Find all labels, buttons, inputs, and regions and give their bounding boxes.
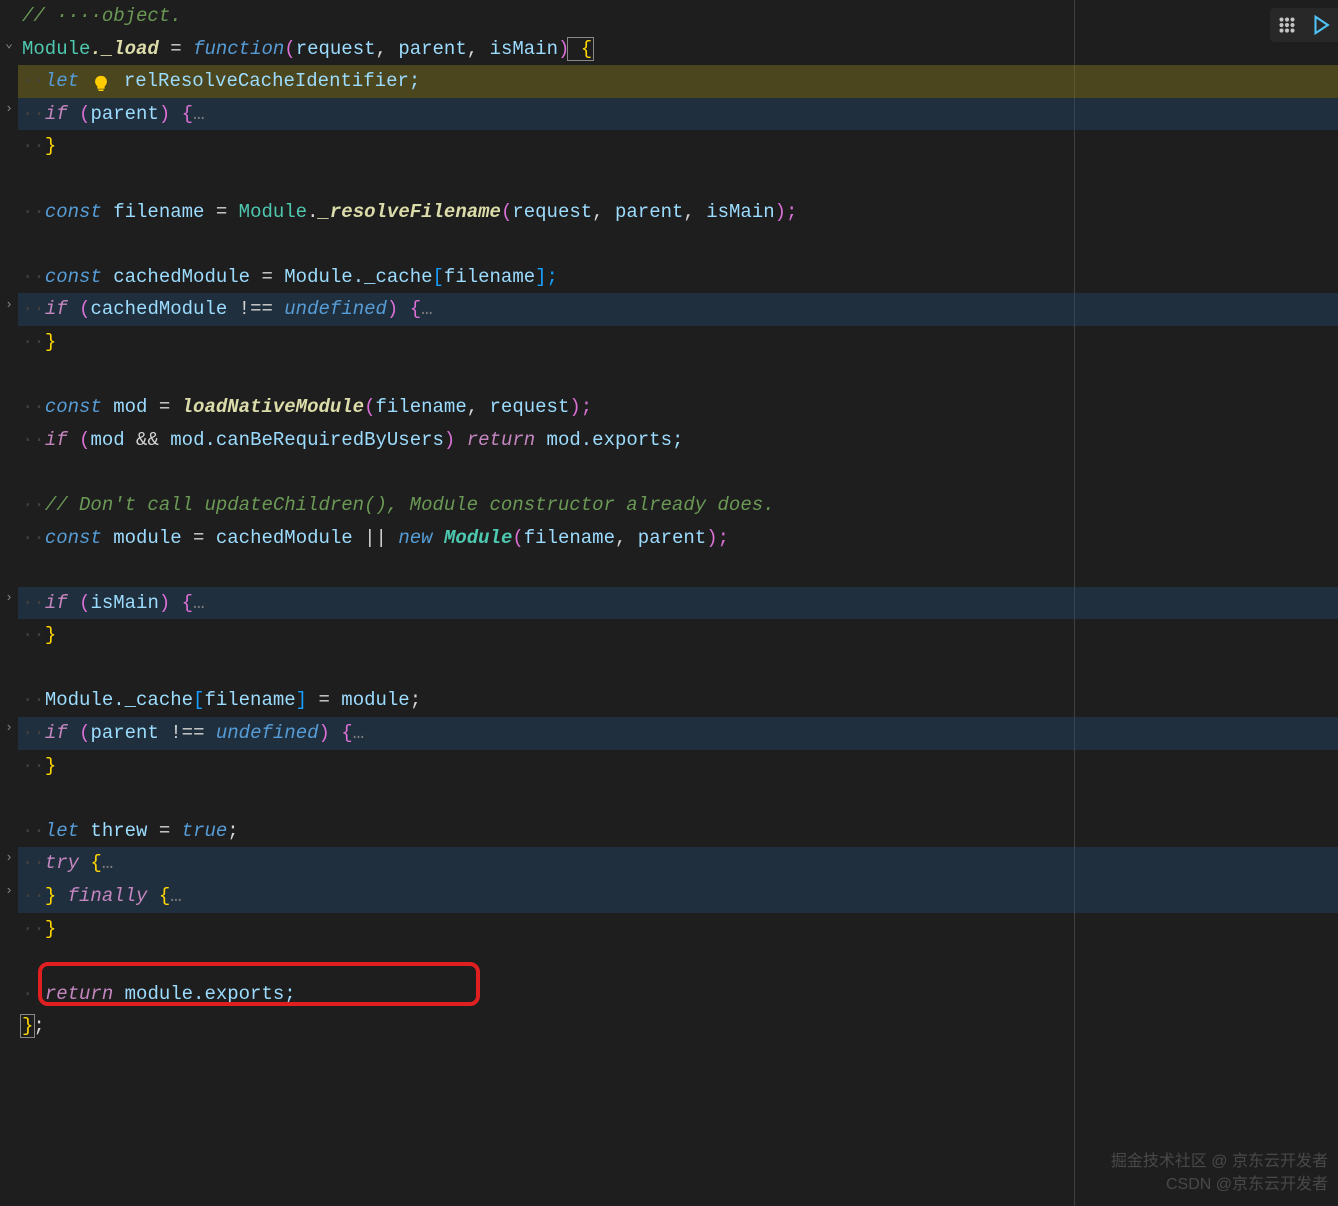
lightbulb-icon[interactable] xyxy=(92,72,110,90)
fold-chevron-right-icon[interactable]: › xyxy=(2,720,16,734)
code-line[interactable]: ··let threw = true; xyxy=(18,815,1338,848)
fold-chevron-right-icon[interactable]: › xyxy=(2,297,16,311)
fold-chevron-right-icon[interactable]: › xyxy=(2,590,16,604)
code-line-folded[interactable]: ··if (cachedModule !== undefined) {… xyxy=(18,293,1338,326)
code-line-folded[interactable]: ··try {… xyxy=(18,847,1338,880)
code-line[interactable]: ··Module._cache[filename] = module; xyxy=(18,684,1338,717)
fold-chevron-right-icon[interactable]: › xyxy=(2,101,16,115)
code-line[interactable]: // ····object. xyxy=(18,0,1338,33)
watermark-text: 掘金技术社区 @ 京东云开发者 CSDN @京东云开发者 xyxy=(1111,1151,1328,1196)
fold-gutter: ⌄ › › › › › › xyxy=(0,0,18,1206)
code-line[interactable]: }; xyxy=(18,1010,1338,1043)
fold-chevron-right-icon[interactable]: › xyxy=(2,883,16,897)
code-line-blank[interactable] xyxy=(18,554,1338,587)
code-line[interactable]: Module._load = function(request, parent,… xyxy=(18,33,1338,66)
code-line-folded[interactable]: ··if (parent !== undefined) {… xyxy=(18,717,1338,750)
code-line[interactable]: ··} xyxy=(18,130,1338,163)
code-line-folded[interactable]: ··} finally {… xyxy=(18,880,1338,913)
fold-chevron-down-icon[interactable]: ⌄ xyxy=(2,36,16,50)
code-line-blank[interactable] xyxy=(18,652,1338,685)
code-line-blank[interactable] xyxy=(18,456,1338,489)
comment-text: // ····object. xyxy=(22,5,182,27)
code-line-blank[interactable] xyxy=(18,782,1338,815)
code-line[interactable]: ··} xyxy=(18,913,1338,946)
code-line-folded[interactable]: ··if (isMain) {… xyxy=(18,587,1338,620)
code-line-return[interactable]: ··return module.exports; xyxy=(18,978,1338,1011)
code-line[interactable]: ··// Don't call updateChildren(), Module… xyxy=(18,489,1338,522)
code-line-blank[interactable] xyxy=(18,359,1338,392)
code-line[interactable]: ··} xyxy=(18,326,1338,359)
code-line-blank[interactable] xyxy=(18,163,1338,196)
code-line[interactable]: ··} xyxy=(18,750,1338,783)
code-line[interactable]: ··const module = cachedModule || new Mod… xyxy=(18,522,1338,555)
code-line-blank[interactable] xyxy=(18,228,1338,261)
code-line[interactable]: ··const filename = Module._resolveFilena… xyxy=(18,196,1338,229)
code-line-blank[interactable] xyxy=(18,945,1338,978)
code-line-current[interactable]: ··let relResolveCacheIdentifier; xyxy=(18,65,1338,98)
code-editor[interactable]: ⌄ › › › › › › // ····object. Module._loa… xyxy=(0,0,1338,1206)
code-line[interactable]: ··} xyxy=(18,619,1338,652)
code-line-folded[interactable]: ··if (parent) {… xyxy=(18,98,1338,131)
code-line[interactable]: ··const cachedModule = Module._cache[fil… xyxy=(18,261,1338,294)
code-line[interactable]: ··if (mod && mod.canBeRequiredByUsers) r… xyxy=(18,424,1338,457)
code-line[interactable]: ··const mod = loadNativeModule(filename,… xyxy=(18,391,1338,424)
fold-chevron-right-icon[interactable]: › xyxy=(2,850,16,864)
